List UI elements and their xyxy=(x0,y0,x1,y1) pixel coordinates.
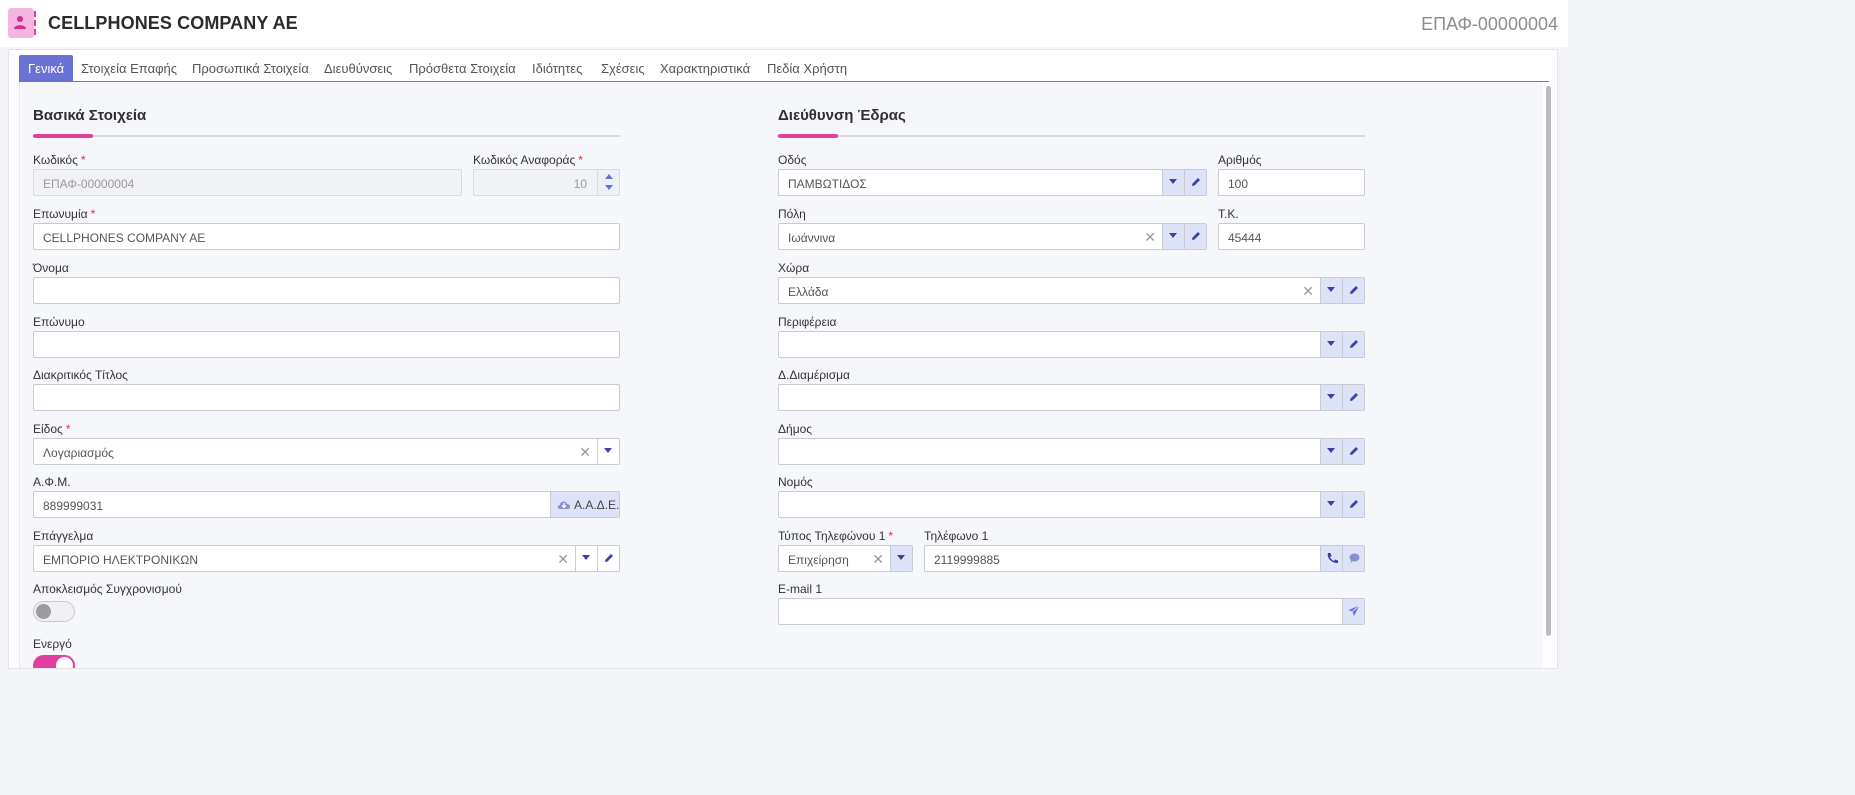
tab-contact-details[interactable]: Στοιχεία Επαφής xyxy=(72,55,186,82)
tab-user-fields[interactable]: Πεδία Χρήστη xyxy=(758,55,856,82)
chevron-down-icon[interactable] xyxy=(1320,385,1342,410)
postal-field[interactable]: 45444 xyxy=(1218,223,1365,250)
region-label: Περιφέρεια xyxy=(778,315,837,329)
city-select[interactable]: Ιωάννινα ✕ xyxy=(778,223,1207,250)
clear-icon[interactable]: ✕ xyxy=(872,551,884,567)
chat-icon[interactable] xyxy=(1342,546,1364,571)
vertical-scrollbar[interactable] xyxy=(1546,86,1551,636)
form-panel: Γενικά Στοιχεία Επαφής Προσωπικά Στοιχεί… xyxy=(8,49,1558,669)
chevron-down-icon[interactable] xyxy=(890,546,912,571)
pencil-icon[interactable] xyxy=(1184,170,1206,195)
pencil-icon[interactable] xyxy=(1342,332,1364,357)
stepper-icon[interactable] xyxy=(597,170,619,195)
pencil-icon[interactable] xyxy=(1342,385,1364,410)
district-label: Δ.Διαμέρισμα xyxy=(778,368,850,382)
header-bar: CELLPHONES COMPANY AE ΕΠΑΦ-00000004 xyxy=(0,0,1568,47)
cloud-download-icon xyxy=(557,501,571,509)
code-field: ΕΠΑΦ-00000004 xyxy=(33,169,462,196)
tab-addresses[interactable]: Διευθύνσεις xyxy=(315,55,401,82)
clear-icon[interactable]: ✕ xyxy=(579,444,591,460)
number-field[interactable]: 100 xyxy=(1218,169,1365,196)
phone-type-select[interactable]: Επιχείρηση ✕ xyxy=(778,545,913,572)
country-label: Χώρα xyxy=(778,261,810,275)
pencil-icon[interactable] xyxy=(1342,492,1364,517)
pencil-icon[interactable] xyxy=(1342,278,1364,303)
tab-properties[interactable]: Ιδιότητες xyxy=(523,55,591,82)
active-label: Ενεργό xyxy=(33,637,72,651)
active-toggle[interactable] xyxy=(33,655,75,668)
tab-relations[interactable]: Σχέσεις xyxy=(592,55,654,82)
chevron-down-icon[interactable] xyxy=(1320,492,1342,517)
profession-select[interactable]: ΕΜΠΟΡΙΟ ΗΛΕΚΤΡΟΝΙΚΩΝ ✕ xyxy=(33,545,620,572)
trade-title-field[interactable] xyxy=(33,384,620,411)
street-select[interactable]: ΠΑΜΒΩΤΙΔΟΣ xyxy=(778,169,1207,196)
form-content: Βασικά Στοιχεία Κωδικός * ΕΠΑΦ-00000004 Κ… xyxy=(19,82,1543,668)
city-label: Πόλη xyxy=(778,207,806,221)
sync-exclusion-label: Αποκλεισμός Συγχρονισμού xyxy=(33,582,182,596)
type-select[interactable]: Λογαριασμός ✕ xyxy=(33,438,620,465)
tab-additional-details[interactable]: Πρόσθετα Στοιχεία xyxy=(400,55,525,82)
vat-label: Α.Φ.Μ. xyxy=(33,475,71,489)
chevron-down-icon[interactable] xyxy=(1320,332,1342,357)
email-label: E-mail 1 xyxy=(778,582,823,596)
municipality-select[interactable] xyxy=(778,438,1365,465)
name-label: Επωνυμία * xyxy=(33,207,96,221)
pencil-icon[interactable] xyxy=(1342,439,1364,464)
prefecture-label: Νομός xyxy=(778,475,813,489)
street-label: Οδός xyxy=(778,153,807,167)
name-field[interactable]: CELLPHONES COMPANY AE xyxy=(33,223,620,250)
phone-type-label: Τύπος Τηλεφώνου 1 * xyxy=(778,529,894,543)
last-name-field[interactable] xyxy=(33,331,620,358)
section-divider xyxy=(778,134,1365,138)
ref-code-label: Κωδικός Αναφοράς * xyxy=(473,153,583,167)
ref-code-field[interactable]: 10 xyxy=(473,169,620,196)
phone-field[interactable]: 2119999885 xyxy=(924,545,1365,572)
prefecture-select[interactable] xyxy=(778,491,1365,518)
phone-label: Τηλέφωνο 1 xyxy=(924,529,989,543)
aade-button[interactable]: Α.Α.Δ.Ε. xyxy=(550,492,619,517)
page-title: CELLPHONES COMPANY AE xyxy=(48,13,298,33)
chevron-down-icon[interactable] xyxy=(597,439,619,464)
contact-card-icon xyxy=(8,8,36,38)
record-code: ΕΠΑΦ-00000004 xyxy=(1421,14,1558,34)
region-select[interactable] xyxy=(778,331,1365,358)
clear-icon[interactable]: ✕ xyxy=(1302,283,1314,299)
email-field[interactable] xyxy=(778,598,1365,625)
type-label: Είδος * xyxy=(33,422,71,436)
tab-general[interactable]: Γενικά xyxy=(19,55,74,82)
profession-label: Επάγγελμα xyxy=(33,529,94,543)
send-icon[interactable] xyxy=(1342,599,1364,624)
municipality-label: Δήμος xyxy=(778,422,813,436)
first-name-field[interactable] xyxy=(33,277,620,304)
section-title-basic: Βασικά Στοιχεία xyxy=(33,107,147,124)
district-select[interactable] xyxy=(778,384,1365,411)
tab-characteristics[interactable]: Χαρακτηριστικά xyxy=(651,55,759,82)
chevron-down-icon[interactable] xyxy=(575,546,597,571)
section-divider xyxy=(33,134,620,138)
vat-field[interactable]: 889999031 Α.Α.Δ.Ε. xyxy=(33,491,620,518)
clear-icon[interactable]: ✕ xyxy=(1144,229,1156,245)
first-name-label: Όνομα xyxy=(33,261,69,275)
trade-title-label: Διακριτικός Τίτλος xyxy=(33,368,128,382)
pencil-icon[interactable] xyxy=(1184,224,1206,249)
chevron-down-icon[interactable] xyxy=(1162,170,1184,195)
number-label: Αριθμός xyxy=(1218,153,1262,167)
code-label: Κωδικός * xyxy=(33,153,86,167)
clear-icon[interactable]: ✕ xyxy=(557,551,569,567)
postal-label: Τ.Κ. xyxy=(1218,207,1239,221)
pencil-icon[interactable] xyxy=(597,546,619,571)
tab-personal-details[interactable]: Προσωπικά Στοιχεία xyxy=(183,55,318,82)
chevron-down-icon[interactable] xyxy=(1320,439,1342,464)
country-select[interactable]: Ελλάδα ✕ xyxy=(778,277,1365,304)
sync-exclusion-toggle[interactable] xyxy=(33,601,75,622)
section-title-address: Διεύθυνση Έδρας xyxy=(778,107,906,124)
chevron-down-icon[interactable] xyxy=(1320,278,1342,303)
last-name-label: Επώνυμο xyxy=(33,315,85,329)
phone-icon[interactable] xyxy=(1320,546,1342,571)
tab-bar: Γενικά Στοιχεία Επαφής Προσωπικά Στοιχεί… xyxy=(19,55,1549,82)
chevron-down-icon[interactable] xyxy=(1162,224,1184,249)
